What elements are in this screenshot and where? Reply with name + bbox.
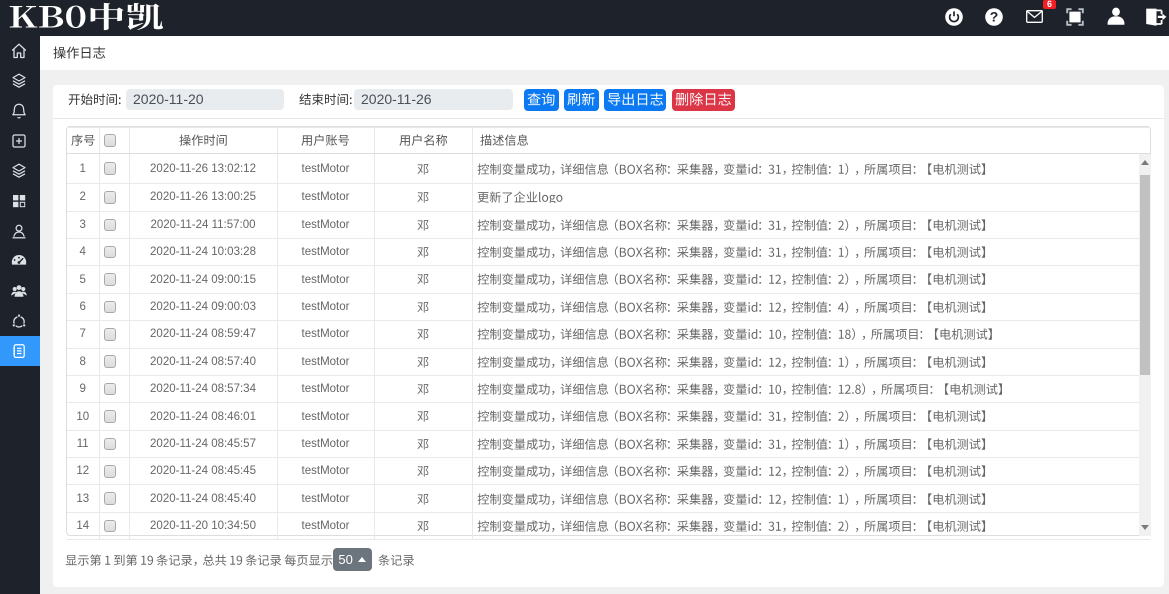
svg-text:?: ? [989, 8, 998, 24]
